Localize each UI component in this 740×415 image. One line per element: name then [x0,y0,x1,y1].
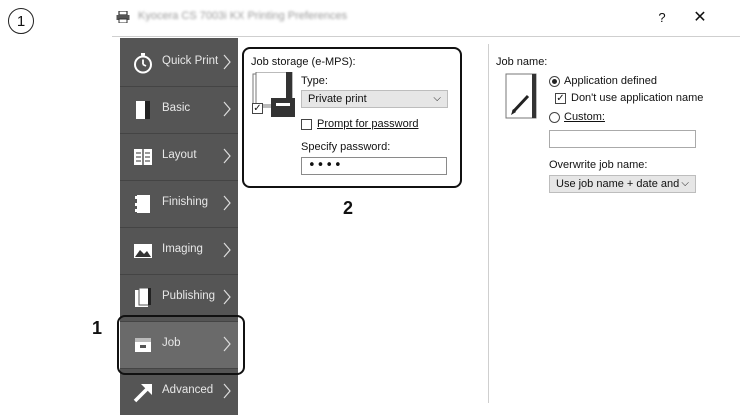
page-icon [136,101,150,119]
finishing-icon [135,195,150,213]
overwrite-job-name-label: Overwrite job name: [549,159,648,171]
sidebar-item-label: Quick Print [162,55,219,67]
dont-use-app-name-label: Don't use application name [571,92,704,104]
custom-radio[interactable] [549,112,560,123]
step-number-circle: 1 [8,8,34,34]
sidebar-item-imaging[interactable]: Imaging [120,228,238,275]
publishing-icon [135,287,152,307]
custom-label: Custom: [564,111,605,123]
chevron-right-icon [223,101,231,117]
sidebar-item-label: Imaging [162,243,203,255]
application-defined-label: Application defined [564,75,657,87]
printer-icon [116,11,130,23]
overwrite-select-value: Use job name + date and t [556,178,686,190]
chevron-right-icon [223,242,231,258]
image-icon [134,244,152,258]
application-defined-radio[interactable] [549,76,560,87]
sidebar-item-label: Layout [162,149,197,161]
window-title: Kyocera CS 7003i KX Printing Preferences [138,10,348,22]
chevron-down-icon: ⌵ [679,178,689,189]
callout-box-1 [117,315,245,375]
close-button[interactable]: ✕ [690,8,710,28]
chevron-right-icon [223,289,231,305]
layout-icon [134,149,152,165]
sidebar-item-label: Publishing [162,290,216,302]
stopwatch-icon [134,53,152,74]
arrow-icon [133,384,152,403]
chevron-right-icon [223,54,231,70]
callout-box-2 [242,47,462,188]
dont-use-app-name-checkbox[interactable]: ✓ [555,93,566,104]
custom-name-input[interactable] [549,130,696,148]
help-button[interactable]: ? [652,8,672,28]
callout-number-1: 1 [92,318,103,338]
sidebar-item-basic[interactable]: Basic [120,87,238,134]
step-number: 1 [16,12,26,30]
sidebar-item-label: Basic [162,102,191,114]
sidebar-item-finishing[interactable]: Finishing [120,181,238,228]
callout-number-2: 2 [343,198,354,218]
title-bar: Kyocera CS 7003i KX Printing Preferences… [112,0,740,37]
sidebar-item-layout[interactable]: Layout [120,134,238,181]
sidebar-item-label: Advanced [162,384,214,396]
job-name-icon [505,73,537,119]
radio-selected-dot [552,79,557,84]
sidebar-item-quick-print[interactable]: Quick Print [120,40,238,87]
job-name-label: Job name: [496,56,548,68]
sidebar-item-advanced[interactable]: Advanced [120,369,238,415]
sidebar-item-label: Finishing [162,196,209,208]
chevron-right-icon [223,383,231,399]
overwrite-job-name-select[interactable]: Use job name + date and t ⌵ [549,175,696,193]
chevron-right-icon [223,195,231,211]
chevron-right-icon [223,148,231,164]
panel-divider [488,44,489,403]
